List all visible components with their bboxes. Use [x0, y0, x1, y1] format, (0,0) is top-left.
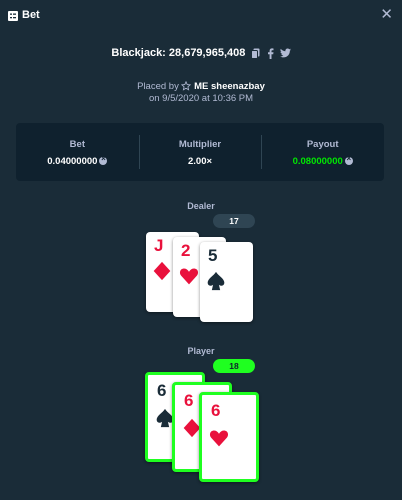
- multiplier-value: 2.00×: [187, 156, 213, 167]
- card-rank: 6: [157, 381, 167, 400]
- bet-stat: Bet 0.04000000: [16, 123, 139, 181]
- payout-label: Payout: [306, 139, 339, 150]
- facebook-icon[interactable]: [267, 47, 274, 59]
- card-rank: 5: [208, 246, 218, 265]
- modal-header: Bet ✕: [0, 0, 402, 32]
- bet-label: Bet: [69, 139, 85, 150]
- player-total-badge: 18: [213, 359, 255, 373]
- playing-card: 5: [200, 242, 253, 322]
- game-title-row: Blackjack: 28,679,965,408: [0, 47, 402, 59]
- heart-suit-icon: [209, 428, 229, 453]
- heart-suit-icon: [179, 266, 199, 291]
- modal-title: Bet: [22, 9, 40, 21]
- placed-by-line: Placed by ME sheenazbay: [0, 81, 402, 93]
- twitter-icon[interactable]: [279, 48, 291, 58]
- playing-card: 6: [199, 392, 259, 482]
- dealer-total-badge: 17: [213, 214, 255, 228]
- card-rank: 6: [184, 391, 194, 410]
- spade-suit-icon: [206, 271, 226, 296]
- card-rank: 2: [181, 241, 191, 260]
- bet-value: 0.04000000: [47, 156, 98, 167]
- game-title: Blackjack: 28,679,965,408: [111, 47, 246, 60]
- user-link[interactable]: ME sheenazbay: [194, 81, 265, 92]
- placed-by-prefix: Placed by: [137, 81, 179, 92]
- close-icon[interactable]: ✕: [380, 7, 393, 22]
- diamond-suit-icon: [152, 261, 172, 286]
- player-label: Player: [187, 346, 215, 356]
- currency-icon: [99, 154, 108, 165]
- bet-stats-panel: Bet 0.04000000 Multiplier 2.00× Payout 0…: [16, 123, 384, 181]
- multiplier-stat: Multiplier 2.00×: [138, 123, 262, 181]
- placed-by-info: Placed by ME sheenazbay on 9/5/2020 at 1…: [0, 81, 402, 105]
- multiplier-label: Multiplier: [178, 139, 222, 150]
- dealer-label: Dealer: [187, 201, 215, 211]
- placed-date: on 9/5/2020 at 10:36 PM: [148, 93, 254, 104]
- card-rank: J: [154, 236, 164, 255]
- payout-value: 0.08000000: [292, 156, 343, 167]
- card-rank: 6: [211, 401, 221, 420]
- copy-icon[interactable]: [251, 48, 260, 59]
- payout-stat: Payout 0.08000000: [261, 123, 384, 181]
- bet-slip-icon: [8, 11, 18, 21]
- currency-icon: [344, 154, 353, 165]
- star-icon: [181, 81, 192, 91]
